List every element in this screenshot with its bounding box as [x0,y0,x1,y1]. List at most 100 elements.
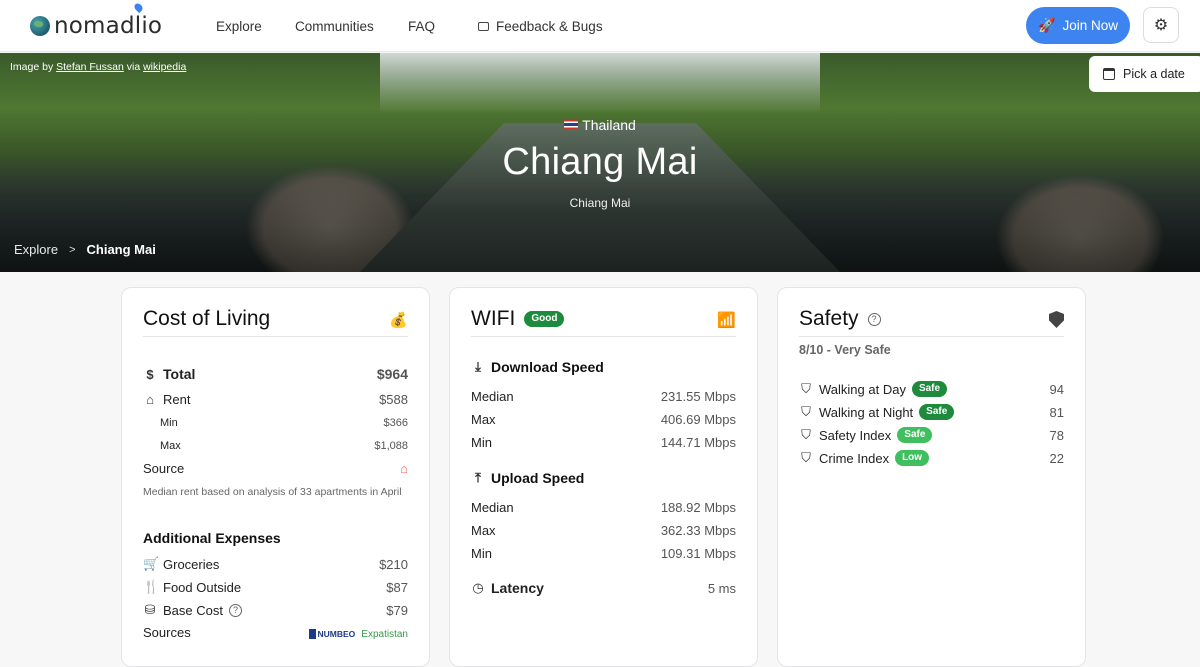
rent-row: ⌂ Rent $588 [143,392,408,407]
upload-max-row: Max 362.33 Mbps [471,523,736,538]
logo-text: nomadlio [54,13,163,39]
wifi-title: WIFI [471,307,516,330]
source-row: Source ⌂ [143,461,408,476]
globe-icon [30,16,50,36]
money-bag-icon: 💰 [389,312,408,329]
hero-city-title: Chiang Mai [502,141,698,183]
safety-badge: Safe [919,404,955,420]
nav-faq[interactable]: FAQ [408,19,435,34]
safety-item-label: Safety Index [819,427,892,443]
rent-max-value: $1,088 [374,440,408,452]
safety-score: 8/10 - Very Safe [799,343,891,357]
download-median-row: Median 231.55 Mbps [471,389,736,404]
credit-author-link[interactable]: Stefan Fussan [56,61,124,73]
upload-icon: ⤒ [475,470,481,485]
upload-median-label: Median [471,500,514,515]
rent-min-label: Min [160,417,178,429]
nav-feedback[interactable]: Feedback & Bugs [478,19,603,34]
rent-note: Median rent based on analysis of 33 apar… [143,486,402,498]
rent-max-row: Max $1,088 [143,440,408,452]
hero-country-label: Thailand [582,117,636,133]
food-row: 🍴 Food Outside $87 [143,579,408,595]
upload-median-value: 188.92 Mbps [660,500,736,515]
join-now-label: Join Now [1062,18,1118,33]
download-icon: ⤓ [475,359,481,374]
food-value: $87 [386,579,408,595]
pick-date-label: Pick a date [1123,67,1185,81]
total-value: $964 [376,366,408,382]
safety-item-value: 78 [1049,427,1064,443]
pick-date-button[interactable]: Pick a date [1089,56,1200,92]
download-min-value: 144.71 Mbps [660,435,736,450]
source-label: Source [143,461,185,476]
safety-badge: Safe [911,381,948,397]
download-median-label: Median [471,389,514,404]
rocket-icon: 🚀 [1038,17,1056,33]
safety-item: ⛉ Walking at Day Safe 94 [799,381,1064,397]
expatistan-logo[interactable]: Expatistan [361,629,408,640]
rent-value: $588 [379,392,408,407]
rent-max-label: Max [160,440,181,452]
base-cost-row: ⛁ Base Cost? $79 [143,602,408,618]
divider [143,336,408,337]
gear-icon: ⚙ [1153,17,1169,34]
airbnb-icon[interactable]: ⌂ [400,461,408,476]
logo[interactable]: nomadlio [30,1,163,39]
cart-icon: 🛒 [143,556,160,571]
join-now-button[interactable]: 🚀 Join Now [1026,7,1130,44]
download-median-value: 231.55 Mbps [660,389,736,404]
rent-label: Rent [163,392,191,407]
hero-sky [380,53,820,113]
latency-row: ◷ Latency 5 ms [471,580,736,596]
base-cost-icon: ⛁ [144,602,156,617]
total-row: $ Total $964 [143,366,408,382]
dollar-icon: $ [146,366,154,382]
settings-button[interactable]: ⚙ [1143,7,1179,43]
calendar-icon [1103,68,1115,80]
credit-prefix: Image by [10,61,57,73]
wifi-title-wrap: WIFI Good [471,307,565,331]
credit-source-link[interactable]: wikipedia [143,61,186,73]
nav-communities[interactable]: Communities [295,19,374,34]
thailand-flag-icon [564,120,579,129]
latency-value: 5 ms [707,580,736,596]
credit-mid: via [123,61,144,73]
safety-item-label: Crime Index [819,450,890,466]
download-min-label: Min [471,435,492,450]
groceries-row: 🛒 Groceries $210 [143,556,408,572]
chevron-right-icon: > [69,243,76,256]
hero-banner: Image by Stefan Fussan via wikipedia Pic… [0,53,1200,272]
upload-speed-label: Upload Speed [491,470,585,486]
wifi-icon: 📶 [717,312,736,329]
breadcrumb-current: Chiang Mai [86,242,156,257]
upload-max-value: 362.33 Mbps [660,523,736,538]
nav-explore[interactable]: Explore [216,19,262,34]
safety-badge: Safe [897,427,933,443]
safety-item-label: Walking at Day [819,381,906,397]
divider [799,336,1064,337]
download-min-row: Min 144.71 Mbps [471,435,736,450]
upload-speed-title: ⤒ Upload Speed [471,470,584,486]
hero-subtitle: Chiang Mai [569,196,631,210]
cost-title: Cost of Living [143,307,271,330]
breadcrumb-explore[interactable]: Explore [14,242,58,257]
safety-item: ⛉ Walking at Night Safe 81 [799,404,1064,420]
help-icon[interactable]: ? [867,312,881,326]
upload-min-row: Min 109.31 Mbps [471,546,736,561]
help-icon[interactable]: ? [228,603,242,617]
safety-title: Safety [799,307,859,330]
download-speed-title: ⤓ Download Speed [471,359,604,375]
numbeo-logo[interactable]: NUMBEO [308,629,355,639]
sources-row: Sources NUMBEO Expatistan [143,625,408,640]
shield-outline-icon: ⛉ [801,427,811,442]
nav-feedback-label: Feedback & Bugs [496,18,603,34]
divider [471,336,736,337]
download-max-value: 406.69 Mbps [660,412,736,427]
image-credit: Image by Stefan Fussan via wikipedia [10,61,186,73]
alert-shield-icon: ⛉ [801,450,811,465]
groceries-value: $210 [379,556,408,572]
safety-badge: Low [895,450,930,466]
upload-median-row: Median 188.92 Mbps [471,500,736,515]
safety-item-value: 81 [1049,404,1064,420]
download-max-label: Max [471,412,496,427]
